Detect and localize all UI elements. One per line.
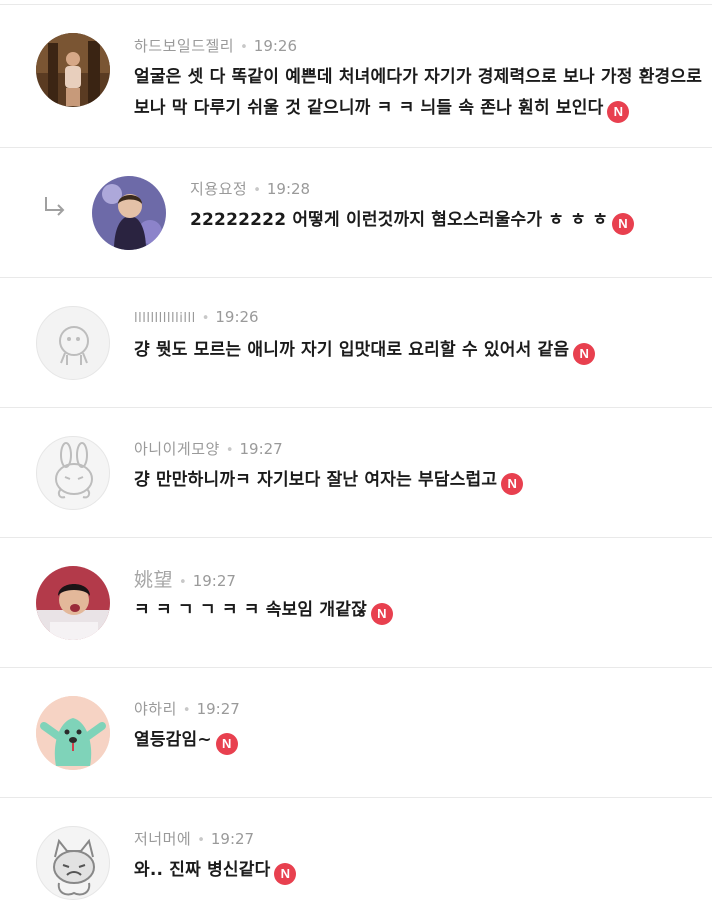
comment-item: 아니이게모양 • 19:27 걍 만만하니까ㅋ 자기보다 잘난 여자는 부담스럽고 N [0,407,712,537]
comment-meta: 지용요정 • 19:28 [190,180,311,198]
timestamp: 19:27 [239,440,283,458]
avatar[interactable] [36,306,110,380]
new-badge-icon: N [501,473,524,495]
new-badge-icon: N [274,863,297,885]
new-badge-icon: N [370,603,393,625]
comment-meta: 아니이게모양 • 19:27 [134,440,283,458]
photo-avatar-icon [36,33,110,107]
comment-text-line: 열등감임~ [134,730,212,750]
comment-text-line: 얼굴은 셋 다 똑같이 예쁜데 처녀에다가 자기가 경제력으로 보나 가정 환경… [134,67,703,87]
avatar[interactable] [36,33,110,107]
comment-text-line: 22222222 어떻게 이런것까지 혐오스러울수가 ㅎ ㅎ ㅎ [190,210,609,230]
comment-text: ㅋ ㅋ ㄱ ㄱ ㅋ ㅋ 속보임 개같잖 N [134,595,393,626]
new-badge-icon: N [573,343,596,365]
new-badge-icon: N [612,213,635,235]
default-character-icon [59,326,89,365]
timestamp: 19:26 [215,308,259,326]
rabbit-icon [55,442,93,499]
new-badge-icon: N [607,101,630,123]
mint-character-icon [36,696,110,770]
photo-avatar-icon [36,566,110,640]
new-badge-icon: N [215,733,238,755]
comment-text: 걍 뭣도 모르는 애니까 자기 입맛대로 요리할 수 있어서 같음 N [134,335,596,366]
reply-arrow-icon [45,197,65,216]
comment-feed: 하드보일드젤리 • 19:26 얼굴은 셋 다 똑같이 예쁜데 처녀에다가 자기가 … [0,0,712,922]
comment-text-line: 걍 만만하니까ㅋ 자기보다 잘난 여자는 부담스럽고 [134,470,498,490]
avatar[interactable] [36,826,110,900]
comment-meta: 야하리 • 19:27 [134,700,240,718]
comment-text-line: ㅋ ㅋ ㄱ ㄱ ㅋ ㅋ 속보임 개같잖 [134,600,367,620]
comment-item: 야하리 • 19:27 열등감임~ N [0,667,712,797]
photo-avatar-icon [92,176,166,250]
timestamp: 19:28 [266,180,311,198]
timestamp: 19:27 [192,572,236,590]
comment-item: lllllllllllilll • 19:26 걍 뭣도 모르는 애니까 자기 입맛… [0,277,712,407]
nickname[interactable]: 야하리 [134,700,177,718]
avatar[interactable] [36,566,110,640]
cat-drawing-icon [53,838,95,896]
comment-item: 저너머에 • 19:27 와.. 진짜 병신같다 N [0,797,712,922]
nickname[interactable]: 姚望 [134,569,173,591]
timestamp: 19:27 [210,830,255,848]
comment-text-line: 보나 막 다루기 쉬울 것 같으니까 ㅋ ㅋ 늬들 속 존나 훤히 보인다 N [134,93,702,124]
avatar[interactable] [92,176,166,250]
nickname[interactable]: lllllllllllilll [134,311,196,326]
comment-text: 걍 만만하니까ㅋ 자기보다 잘난 여자는 부담스럽고 N [134,465,524,496]
reply-item: 지용요정 • 19:28 22222222 어떻게 이런것까지 혐오스러울수가 ㅎ … [0,147,712,277]
comment-text-line: 와.. 진짜 병신같다 [134,860,271,880]
comment-meta: 하드보일드젤리 • 19:26 [134,37,298,55]
timestamp: 19:26 [253,37,298,55]
comment-text: 와.. 진짜 병신같다 N [134,855,297,886]
nickname[interactable]: 아니이게모양 [134,440,220,458]
comment-meta: 저너머에 • 19:27 [134,830,255,848]
nickname[interactable]: 지용요정 [190,180,247,198]
comment-meta: lllllllllllilll • 19:26 [134,308,259,326]
timestamp: 19:27 [196,700,240,718]
comment-text: 22222222 어떻게 이런것까지 혐오스러울수가 ㅎ ㅎ ㅎN [190,205,635,236]
comment-text: 얼굴은 셋 다 똑같이 예쁜데 처녀에다가 자기가 경제력으로 보나 가정 환경… [134,62,702,124]
comment-meta: 姚望 • 19:27 [134,569,236,591]
comment-text: 열등감임~ N [134,725,238,756]
avatar[interactable] [36,436,110,510]
avatar[interactable] [36,696,110,770]
comment-item: 하드보일드젤리 • 19:26 얼굴은 셋 다 똑같이 예쁜데 처녀에다가 자기가 … [0,4,712,147]
comment-text-line: 걍 뭣도 모르는 애니까 자기 입맛대로 요리할 수 있어서 같음 [134,340,570,360]
comment-item: 姚望 • 19:27 ㅋ ㅋ ㄱ ㄱ ㅋ ㅋ 속보임 개같잖 N [0,537,712,667]
nickname[interactable]: 저너머에 [134,830,191,848]
nickname[interactable]: 하드보일드젤리 [134,37,234,55]
